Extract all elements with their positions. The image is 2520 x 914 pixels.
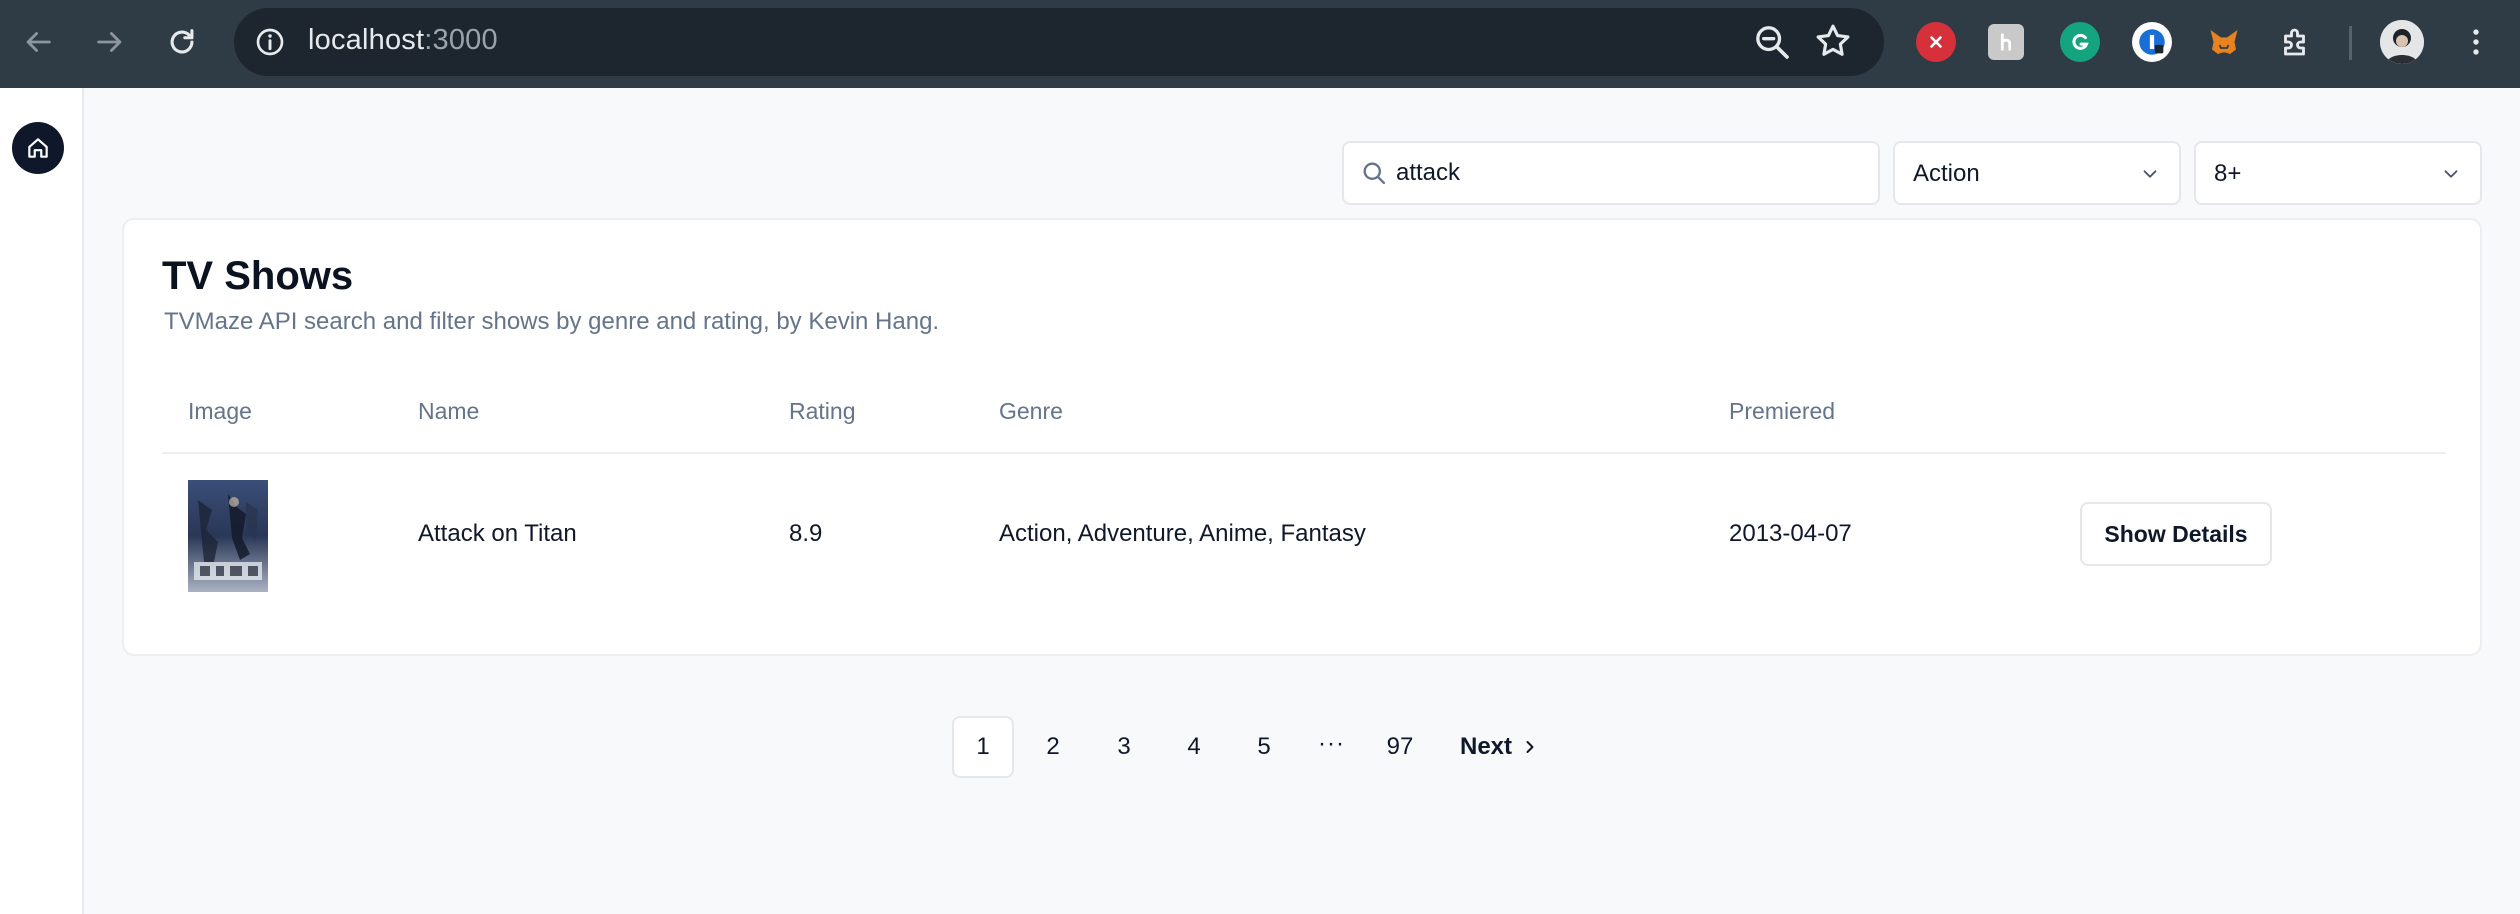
show-genre: Action, Adventure, Anime, Fantasy: [999, 520, 1366, 547]
hack-extension-icon[interactable]: [1988, 24, 2024, 60]
page-title: TV Shows: [162, 254, 354, 298]
home-icon: [28, 138, 48, 158]
sidebar: [0, 88, 84, 914]
show-premiered: 2013-04-07: [1729, 520, 1852, 547]
profile-avatar[interactable]: [2380, 20, 2424, 64]
search-icon: [1363, 162, 1386, 185]
chevron-right-icon: [1526, 741, 1534, 753]
chevron-down-icon: [2444, 170, 2458, 178]
reload-button[interactable]: [158, 18, 206, 66]
address-bar[interactable]: localhost:3000: [234, 8, 1884, 76]
column-header-genre: Genre: [999, 398, 1063, 424]
info-icon[interactable]: [254, 26, 286, 58]
pagination-page-1[interactable]: 1: [952, 716, 1014, 778]
table-row: Attack on Titan 8.9 Action, Adventure, A…: [162, 454, 2446, 618]
pagination-page-3[interactable]: 3: [1093, 716, 1155, 778]
kebab-menu-icon: [2473, 29, 2479, 55]
puzzle-icon[interactable]: [2276, 22, 2316, 62]
bookmark-star-icon[interactable]: [1812, 20, 1854, 62]
pagination-page-4[interactable]: 4: [1163, 716, 1225, 778]
genre-select[interactable]: Action: [1893, 141, 2181, 205]
show-poster-image: [188, 480, 268, 592]
browser-toolbar: localhost:3000: [0, 0, 2520, 88]
chevron-down-icon: [2143, 170, 2157, 178]
pagination-page-last[interactable]: 97: [1369, 716, 1431, 778]
arrow-left-icon: [26, 32, 51, 52]
show-details-button[interactable]: Show Details: [2080, 502, 2272, 566]
page-subtitle: TVMaze API search and filter shows by ge…: [164, 308, 940, 335]
search-input[interactable]: [1396, 153, 1856, 193]
grammarly-icon[interactable]: [2060, 22, 2100, 62]
search-box[interactable]: [1342, 141, 1880, 205]
rating-select-value: 8+: [2214, 160, 2242, 187]
column-header-name: Name: [418, 398, 480, 424]
pagination-next-label: Next: [1460, 733, 1513, 760]
forward-button[interactable]: [86, 18, 134, 66]
rating-select[interactable]: 8+: [2194, 141, 2482, 205]
column-header-image: Image: [188, 398, 252, 424]
toolbar-divider: [2349, 26, 2352, 60]
genre-select-value: Action: [1913, 160, 1980, 187]
back-button[interactable]: [14, 18, 62, 66]
password-manager-icon[interactable]: [2132, 22, 2172, 62]
table-header: Image Name Rating Genre Premiered: [162, 376, 2446, 454]
home-button[interactable]: [12, 122, 64, 174]
show-name: Attack on Titan: [418, 520, 577, 547]
pagination-next-button[interactable]: Next: [1460, 716, 1540, 778]
column-header-rating: Rating: [789, 398, 856, 424]
pagination-page-2[interactable]: 2: [1022, 716, 1084, 778]
pagination-page-5[interactable]: 5: [1233, 716, 1295, 778]
show-rating: 8.9: [789, 520, 823, 547]
close-extension-icon[interactable]: [1916, 22, 1956, 62]
url-text: localhost:3000: [308, 24, 498, 56]
pagination-ellipsis: ···: [1318, 730, 1345, 757]
browser-menu-button[interactable]: [2452, 18, 2500, 66]
metamask-icon[interactable]: [2204, 22, 2244, 62]
shows-card: TV Shows TVMaze API search and filter sh…: [122, 218, 2482, 656]
zoom-out-icon[interactable]: [1752, 22, 1792, 62]
reload-icon: [170, 29, 194, 54]
column-header-premiered: Premiered: [1729, 398, 1836, 424]
arrow-right-icon: [97, 32, 122, 52]
